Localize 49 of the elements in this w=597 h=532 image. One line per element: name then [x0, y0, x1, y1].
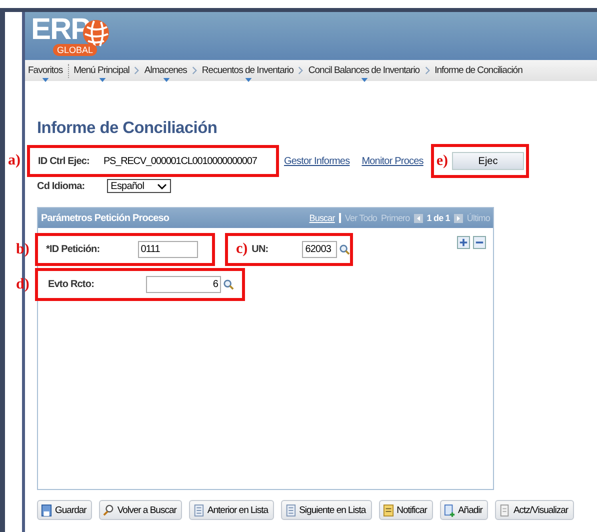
- link[interactable]: Gestor Informes: [284, 156, 350, 166]
- search-icon[interactable]: [339, 244, 350, 255]
- field-label: UN:: [252, 244, 268, 255]
- toolbar-button[interactable]: Actz/Visualizar: [495, 500, 574, 520]
- list-icon: [285, 504, 296, 516]
- note-icon: [382, 504, 394, 516]
- list-icon: [193, 504, 204, 516]
- panel-title: Parámetros Petición Proceso: [41, 212, 170, 224]
- field-label: Cd Idioma:: [37, 180, 85, 192]
- annotation-label: c): [236, 241, 248, 258]
- language-select[interactable]: Español: [106, 179, 171, 193]
- toolbar-button[interactable]: Notificar: [378, 500, 433, 520]
- toolbar-button[interactable]: Siguiente en Lista: [281, 500, 372, 520]
- annotation-label: a): [8, 152, 20, 170]
- delete-row-button[interactable]: [473, 236, 486, 249]
- breadcrumb-link[interactable]: Favoritos: [28, 65, 63, 76]
- field-value: PS_RECV_000001CL0010000000007: [103, 156, 257, 166]
- page-position: 1 de 1: [426, 213, 450, 223]
- chevron-icon: [298, 66, 304, 75]
- input-field[interactable]: 62003: [302, 241, 338, 258]
- chevron-icon: [424, 66, 430, 75]
- annotation-label: e): [436, 152, 448, 170]
- plus-icon: [459, 238, 468, 247]
- chevron-icon: [134, 66, 140, 75]
- breadcrumb-link[interactable]: Concil Balances de Inventario: [308, 65, 420, 76]
- magnifier-icon: [103, 504, 114, 516]
- breadcrumb-link[interactable]: Recuentos de Inventario: [202, 65, 294, 76]
- input-field[interactable]: 6: [146, 276, 222, 293]
- page-plus-icon: [444, 504, 455, 516]
- previous-icon: [414, 214, 423, 222]
- field-label: Evto Rcto:: [48, 279, 94, 290]
- field-label: *ID Petición:: [46, 244, 100, 255]
- breadcrumb-link[interactable]: Informe de Conciliación: [434, 65, 522, 76]
- chevron-icon: [192, 66, 197, 75]
- toolbar-button[interactable]: Volver a Buscar: [99, 500, 182, 520]
- run-button[interactable]: Ejec: [452, 152, 524, 170]
- breadcrumb-link[interactable]: Almacenes: [144, 65, 187, 76]
- next-icon: [454, 214, 463, 222]
- page-icon: [499, 504, 510, 516]
- add-row-button[interactable]: [457, 236, 470, 249]
- toolbar-button[interactable]: Anterior en Lista: [189, 500, 274, 520]
- search-icon[interactable]: [223, 279, 234, 290]
- link[interactable]: Monitor Proces: [362, 156, 424, 166]
- toolbar-button[interactable]: Añadir: [440, 500, 488, 520]
- breadcrumb-link[interactable]: Menú Principal: [74, 65, 130, 76]
- page-title: Informe de Conciliación: [37, 119, 218, 138]
- field-label: ID Ctrl Ejec:: [38, 156, 90, 166]
- input-field[interactable]: 0111: [138, 241, 198, 258]
- toolbar-button[interactable]: Guardar: [37, 500, 92, 520]
